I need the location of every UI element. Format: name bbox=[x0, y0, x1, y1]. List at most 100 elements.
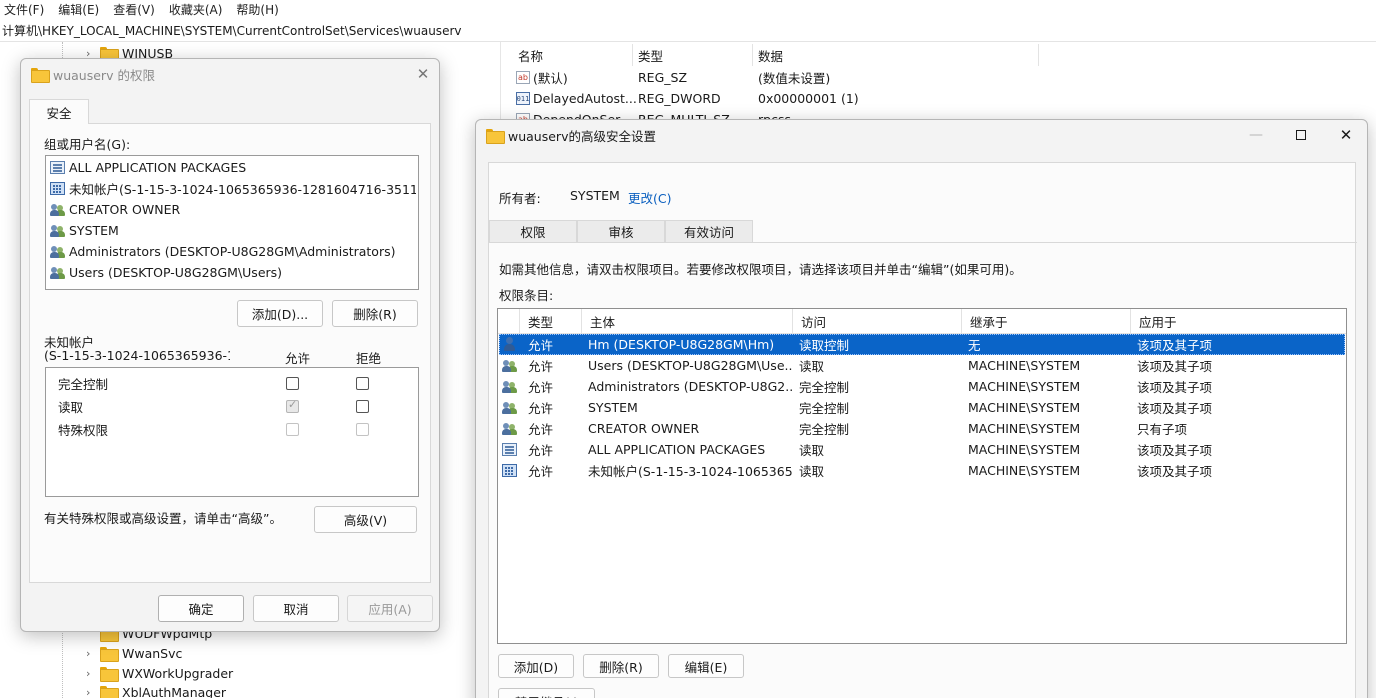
value-type: REG_SZ bbox=[638, 70, 688, 85]
entry-inherited-from: 无 bbox=[968, 338, 981, 353]
menu-view[interactable]: 查看(V) bbox=[113, 1, 155, 18]
value-row[interactable]: 011 DelayedAutost... REG_DWORD 0x00000001… bbox=[516, 88, 859, 109]
dialog-title-bar[interactable]: wuauserv 的权限 bbox=[29, 59, 429, 89]
package-icon bbox=[50, 161, 65, 174]
add-user-button[interactable]: 添加(D)... bbox=[237, 300, 323, 327]
menu-file[interactable]: 文件(F) bbox=[4, 1, 44, 18]
user-item[interactable]: ALL APPLICATION PACKAGES bbox=[50, 157, 416, 178]
tree-item-wwansvc[interactable]: › WwanSvc bbox=[86, 643, 182, 663]
table-row[interactable]: 允许 ALL APPLICATION PACKAGES 读取 MACHINE\S… bbox=[499, 439, 1345, 460]
column-header-type[interactable]: 类型 bbox=[520, 309, 582, 333]
users-icon bbox=[502, 422, 517, 436]
users-list[interactable]: ALL APPLICATION PACKAGES 未知帐户(S-1-15-3-1… bbox=[45, 155, 419, 290]
close-button[interactable]: ✕ bbox=[1323, 120, 1369, 150]
entries-label: 权限条目: bbox=[499, 288, 554, 303]
users-icon bbox=[50, 224, 65, 238]
user-item-label: CREATOR OWNER bbox=[69, 202, 181, 217]
entry-inherited-from: MACHINE\SYSTEM bbox=[968, 358, 1081, 373]
allow-checkbox[interactable] bbox=[286, 376, 299, 390]
entry-access: 完全控制 bbox=[799, 401, 850, 416]
disable-inheritance-button[interactable]: 禁用继承(I) bbox=[498, 688, 595, 698]
maximize-button[interactable] bbox=[1278, 120, 1324, 150]
column-divider[interactable] bbox=[752, 44, 753, 66]
entry-type: 允许 bbox=[528, 338, 554, 353]
allow-checkbox[interactable] bbox=[286, 398, 299, 413]
menu-help[interactable]: 帮助(H) bbox=[236, 1, 278, 18]
menu-edit[interactable]: 编辑(E) bbox=[58, 1, 99, 18]
minimize-button[interactable]: — bbox=[1233, 120, 1279, 150]
entry-principal: ALL APPLICATION PACKAGES bbox=[588, 442, 766, 457]
users-icon bbox=[502, 401, 517, 415]
table-row[interactable]: 允许 未知帐户(S-1-15-3-1024-1065365... 读取 MACH… bbox=[499, 460, 1345, 481]
column-header-applies-to[interactable]: 应用于 bbox=[1131, 309, 1346, 333]
user-item[interactable]: SYSTEM bbox=[50, 220, 416, 241]
column-header-name[interactable]: 名称 bbox=[518, 46, 543, 65]
allow-checkbox bbox=[286, 422, 299, 436]
users-icon bbox=[50, 245, 65, 259]
entry-principal: 未知帐户(S-1-15-3-1024-1065365... bbox=[588, 464, 793, 479]
user-item-label: Administrators (DESKTOP-U8G28GM\Administ… bbox=[69, 244, 396, 259]
close-icon: ✕ bbox=[1339, 126, 1353, 144]
person-icon bbox=[502, 337, 517, 352]
table-row[interactable]: 允许 Users (DESKTOP-U8G28GM\Use... 读取 MACH… bbox=[499, 355, 1345, 376]
advanced-security-dialog: wuauserv的高级安全设置 — ✕ 所有者: SYSTEM 更改(C) 权限… bbox=[475, 119, 1368, 698]
entry-access: 读取 bbox=[799, 443, 825, 458]
column-header-principal[interactable]: 主体 bbox=[582, 309, 793, 333]
column-header-type[interactable]: 类型 bbox=[638, 46, 663, 65]
entry-type: 允许 bbox=[528, 380, 554, 395]
tab-effective-access[interactable]: 有效访问 bbox=[665, 220, 753, 242]
permission-name: 读取 bbox=[58, 399, 84, 415]
table-row[interactable]: 允许 CREATOR OWNER 完全控制 MACHINE\SYSTEM 只有子… bbox=[499, 418, 1345, 439]
column-header-data[interactable]: 数据 bbox=[758, 46, 783, 65]
entry-inherited-from: MACHINE\SYSTEM bbox=[968, 400, 1081, 415]
permission-row: 特殊权限 bbox=[58, 418, 418, 440]
menu-favorites[interactable]: 收藏夹(A) bbox=[169, 1, 223, 18]
tree-item-xblauthmanager[interactable]: › XblAuthManager bbox=[86, 682, 226, 698]
advanced-button[interactable]: 高级(V) bbox=[314, 506, 417, 533]
permissions-list: 完全控制 读取 特殊权限 bbox=[45, 367, 419, 497]
remove-user-button[interactable]: 删除(R) bbox=[332, 300, 418, 327]
deny-checkbox[interactable] bbox=[356, 399, 369, 413]
menu-bar: 文件(F) 编辑(E) 查看(V) 收藏夹(A) 帮助(H) bbox=[0, 0, 1376, 18]
column-header-access[interactable]: 访问 bbox=[793, 309, 962, 333]
chevron-right-icon[interactable]: › bbox=[86, 647, 98, 660]
entry-applies-to: 该项及其子项 bbox=[1137, 464, 1213, 479]
entry-principal: SYSTEM bbox=[588, 400, 638, 415]
permission-row: 完全控制 bbox=[58, 372, 418, 394]
deny-checkbox[interactable] bbox=[356, 376, 369, 390]
dialog-title-bar[interactable]: wuauserv的高级安全设置 bbox=[484, 120, 1224, 150]
change-owner-link[interactable]: 更改(C) bbox=[628, 188, 671, 207]
minimize-icon: — bbox=[1249, 127, 1263, 143]
entry-type: 允许 bbox=[528, 359, 554, 374]
folder-icon bbox=[100, 685, 119, 698]
permission-entries-grid[interactable]: 类型 主体 访问 继承于 应用于 允许 Hm (DESKTOP-U8G28GM\… bbox=[497, 308, 1347, 644]
table-row-selected[interactable]: 允许 Hm (DESKTOP-U8G28GM\Hm) 读取控制 无 该项及其子项 bbox=[499, 334, 1345, 355]
user-item[interactable]: Users (DESKTOP-U8G28GM\Users) bbox=[50, 262, 416, 283]
close-button[interactable]: ✕ bbox=[413, 65, 433, 83]
user-item[interactable]: CREATOR OWNER bbox=[50, 199, 416, 220]
tree-item-wxworkupgrader[interactable]: › WXWorkUpgrader bbox=[86, 663, 233, 683]
chevron-right-icon[interactable]: › bbox=[86, 667, 98, 680]
column-header-inherited-from[interactable]: 继承于 bbox=[962, 309, 1131, 333]
apply-button[interactable]: 应用(A) bbox=[347, 595, 433, 622]
user-item[interactable]: Administrators (DESKTOP-U8G28GM\Administ… bbox=[50, 241, 416, 262]
security-tab-panel: 组或用户名(G): ALL APPLICATION PACKAGES 未知帐户(… bbox=[29, 123, 431, 583]
tab-security[interactable]: 安全 bbox=[29, 99, 89, 124]
ok-button[interactable]: 确定 bbox=[158, 595, 244, 622]
user-item-selected[interactable]: 未知帐户(S-1-15-3-1024-1065365936-1281604716… bbox=[50, 178, 416, 199]
remove-entry-button[interactable]: 删除(R) bbox=[583, 654, 659, 678]
cancel-button[interactable]: 取消 bbox=[253, 595, 339, 622]
edit-entry-button[interactable]: 编辑(E) bbox=[668, 654, 744, 678]
column-divider[interactable] bbox=[1038, 44, 1039, 66]
add-entry-button[interactable]: 添加(D) bbox=[498, 654, 574, 678]
folder-icon bbox=[100, 646, 119, 662]
value-row[interactable]: ab (默认) REG_SZ (数值未设置) bbox=[516, 67, 830, 88]
tab-permissions[interactable]: 权限 bbox=[489, 220, 577, 242]
tab-auditing[interactable]: 审核 bbox=[577, 220, 665, 242]
chevron-right-icon[interactable]: › bbox=[86, 686, 98, 698]
address-bar[interactable]: 计算机\HKEY_LOCAL_MACHINE\SYSTEM\CurrentCon… bbox=[0, 20, 1376, 42]
table-row[interactable]: 允许 SYSTEM 完全控制 MACHINE\SYSTEM 该项及其子项 bbox=[499, 397, 1345, 418]
column-divider[interactable] bbox=[632, 44, 633, 66]
table-row[interactable]: 允许 Administrators (DESKTOP-U8G2... 完全控制 … bbox=[499, 376, 1345, 397]
users-icon bbox=[502, 359, 517, 373]
